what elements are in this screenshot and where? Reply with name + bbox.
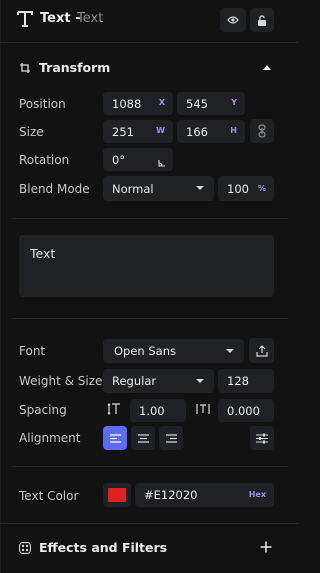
align-center-button[interactable] [131,426,155,450]
line-height-icon [107,402,121,419]
color-swatch-button[interactable] [103,483,131,507]
aspect-lock-button[interactable] [250,119,274,143]
text-color-label: Text Color [19,489,79,503]
collapse-caret-icon[interactable] [263,65,271,70]
upload-font-button[interactable] [249,338,274,363]
transform-icon [19,62,31,77]
layer-name[interactable]: Text [77,11,103,26]
font-label: Font [19,344,46,358]
eye-icon [227,15,239,25]
align-right-button[interactable] [159,426,183,450]
opacity-input[interactable]: 100 % [218,176,274,201]
position-y-input[interactable]: 545 Y [177,92,245,115]
align-center-icon [137,433,149,443]
position-x-value: 1088 [112,96,142,111]
text-content-area[interactable]: Text [19,235,274,297]
plus-icon [260,541,272,556]
chevron-down-icon [196,379,204,383]
blend-mode-select[interactable]: Normal [103,176,214,201]
hex-color-input[interactable]: #E12020 Hex [135,483,274,507]
blend-mode-label: Blend Mode [19,182,90,196]
transform-divider [12,218,288,219]
rotation-input[interactable]: 0° [103,148,173,171]
spacing-label: Spacing [19,403,67,417]
hex-format-label[interactable]: Hex [249,490,266,499]
font-size-value: 128 [227,374,249,388]
transform-title[interactable]: Transform [39,60,110,75]
font-value: Open Sans [114,344,176,358]
unlock-icon [257,14,267,26]
y-suffix: Y [231,98,237,107]
h-suffix: H [230,126,237,135]
text-type-icon [16,10,34,31]
w-suffix: W [156,126,165,135]
letter-spacing-input[interactable]: 0.000 [218,399,274,422]
font-select[interactable]: Open Sans [103,339,244,363]
upload-icon [255,344,268,357]
text-settings-button[interactable] [250,426,274,450]
text-divider [12,318,288,319]
sliders-icon [256,433,268,444]
opacity-value: 100 [227,181,249,196]
x-suffix: X [158,98,165,107]
effects-title[interactable]: Effects and Filters [39,540,167,555]
angle-icon [158,156,166,170]
header-divider [0,42,298,43]
link-icon [258,124,266,138]
size-h-input[interactable]: 166 H [177,120,245,143]
weight-size-label: Weight & Size [19,374,103,388]
size-label: Size [19,125,44,139]
blend-mode-value: Normal [112,181,154,196]
font-size-input[interactable]: 128 [218,369,274,393]
size-h-value: 166 [186,124,208,139]
color-swatch [108,488,126,502]
size-w-input[interactable]: 251 W [103,120,173,143]
position-y-value: 545 [186,96,208,111]
align-right-icon [165,433,177,443]
align-left-icon [109,433,121,443]
color-divider [0,523,298,524]
visibility-button[interactable] [220,8,246,32]
chevron-down-icon [226,349,234,353]
size-w-value: 251 [112,124,134,139]
add-effect-button[interactable] [260,541,272,556]
chevron-down-icon [196,186,204,190]
weight-value: Regular [112,374,157,388]
percent-suffix: % [257,184,266,193]
letter-spacing-icon [196,402,210,419]
letter-spacing-value: 0.000 [227,403,260,418]
panel-edge [0,0,1,573]
rotation-label: Rotation [19,153,70,167]
weight-select[interactable]: Regular [103,369,214,393]
align-left-button[interactable] [103,426,127,450]
text-content-value: Text [30,246,56,261]
typography-divider [12,466,288,467]
layer-type-label: Text - [40,11,81,26]
hex-color-value: #E12020 [144,488,198,502]
line-height-value: 1.00 [139,403,165,418]
rotation-value: 0° [112,152,126,167]
lock-button[interactable] [250,8,274,32]
position-label: Position [19,97,66,111]
alignment-label: Alignment [19,431,81,445]
line-height-input[interactable]: 1.00 [130,399,186,422]
effects-icon [19,542,31,557]
position-x-input[interactable]: 1088 X [103,92,173,115]
